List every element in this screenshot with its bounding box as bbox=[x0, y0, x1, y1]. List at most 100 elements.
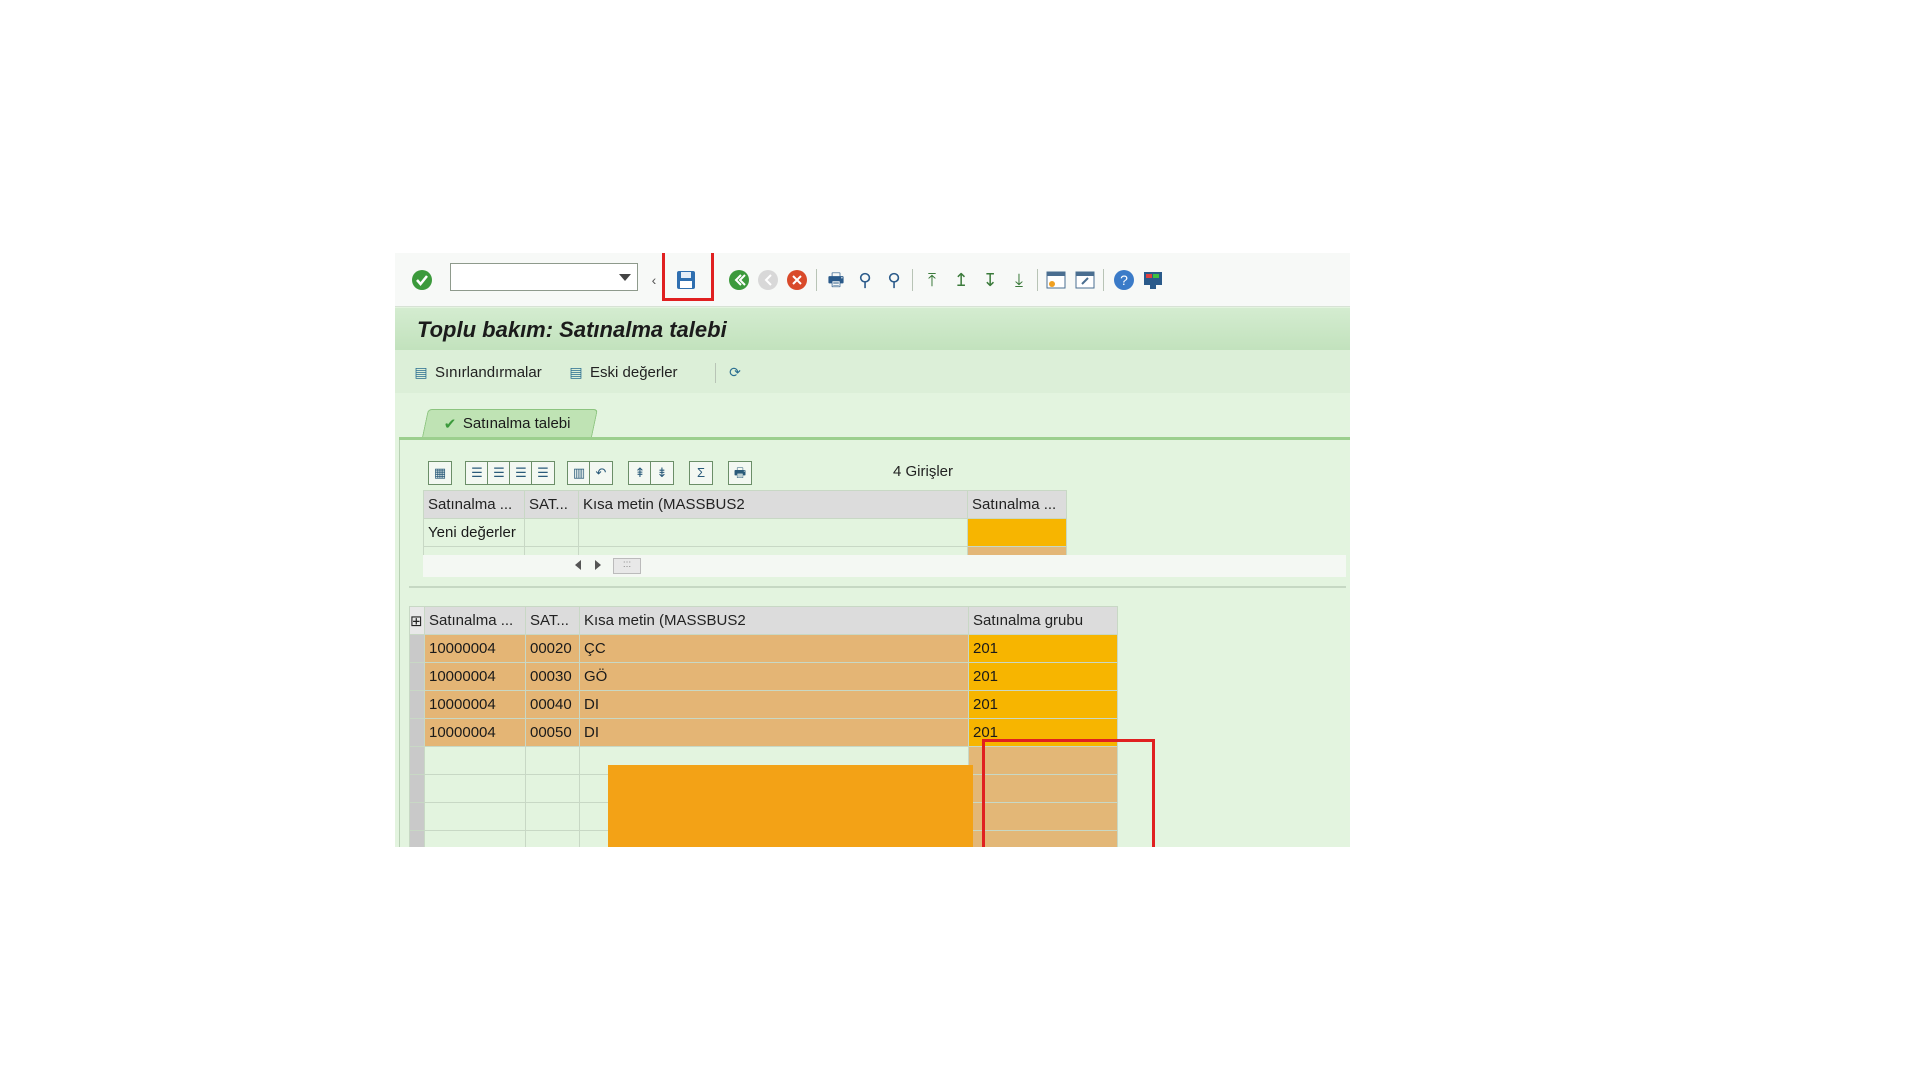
entries-label: Girişler bbox=[905, 463, 954, 480]
horizontal-scrollbar[interactable]: ::: bbox=[423, 555, 1346, 577]
tab-label: Satınalma talebi bbox=[462, 415, 571, 432]
table-row[interactable]: 10000004 00030 GÖ 201 bbox=[409, 662, 1118, 691]
grid-cell[interactable] bbox=[524, 518, 579, 547]
svg-text:?: ? bbox=[1120, 272, 1128, 288]
grid-cell[interactable] bbox=[578, 518, 968, 547]
back-icon[interactable] bbox=[728, 269, 750, 291]
undo-icon[interactable]: ↶ bbox=[589, 461, 613, 485]
short-text-cell: GÖ bbox=[579, 662, 969, 691]
pr-number-cell: 10000004 bbox=[424, 690, 526, 719]
save-highlight-box bbox=[662, 253, 714, 301]
create-shortcut-icon[interactable] bbox=[1074, 269, 1096, 291]
grid-cell bbox=[424, 802, 526, 831]
standard-toolbar: ‹ 🖶 ⚲ ⚲ ⤒ ↥ ↧ ⤓ ? bbox=[395, 253, 1350, 307]
refresh-button[interactable]: ⟳ bbox=[725, 362, 745, 382]
row-selector[interactable] bbox=[409, 746, 425, 775]
purchasing-group-highlight-box bbox=[982, 739, 1155, 847]
column-header[interactable]: Satınalma grubu bbox=[968, 606, 1118, 635]
new-values-row-label: Yeni değerler bbox=[423, 518, 525, 547]
carry-out-mass-change-icon[interactable]: ▥ bbox=[567, 461, 591, 485]
pr-number-cell: 10000004 bbox=[424, 634, 526, 663]
grid-cell bbox=[424, 774, 526, 803]
purchasing-group-cell[interactable]: 201 bbox=[968, 690, 1118, 719]
entries-number: 4 bbox=[893, 463, 902, 480]
row-selector[interactable] bbox=[409, 774, 425, 803]
old-values-label: Eski değerler bbox=[590, 363, 678, 381]
restrictions-label: Sınırlandırmalar bbox=[435, 363, 542, 381]
pr-number-cell: 10000004 bbox=[424, 718, 526, 747]
previous-page-icon[interactable]: ↥ bbox=[950, 269, 972, 291]
restrictions-icon: ▤ bbox=[414, 364, 428, 380]
grid-cell bbox=[525, 774, 580, 803]
item-number-cell: 00040 bbox=[525, 690, 580, 719]
sort-ascending-icon[interactable]: ⇞ bbox=[628, 461, 652, 485]
enter-checkmark-icon[interactable] bbox=[411, 269, 433, 291]
column-header[interactable]: Kısa metin (MASSBUS2 bbox=[579, 606, 969, 635]
row-selector[interactable] bbox=[409, 662, 425, 691]
find-icon[interactable]: ⚲ bbox=[854, 269, 876, 291]
item-number-cell: 00030 bbox=[525, 662, 580, 691]
row-selector[interactable] bbox=[409, 718, 425, 747]
scroll-left-icon[interactable] bbox=[575, 560, 581, 570]
scroll-right-icon[interactable] bbox=[595, 560, 601, 570]
table-row[interactable]: 10000004 00040 DI 201 bbox=[409, 690, 1118, 719]
select-all-icon[interactable]: ☰ bbox=[465, 461, 489, 485]
sort-descending-icon[interactable]: ⇟ bbox=[650, 461, 674, 485]
grid-cell bbox=[525, 830, 580, 847]
old-values-button[interactable]: ▤ Eski değerler bbox=[566, 362, 678, 382]
select-block-icon[interactable]: ☰ bbox=[509, 461, 533, 485]
print-preview-icon[interactable]: 🖶 bbox=[728, 461, 752, 485]
details-icon[interactable]: ▦ bbox=[428, 461, 452, 485]
page-title: Toplu bakım: Satınalma talebi bbox=[417, 317, 727, 342]
find-next-icon[interactable]: ⚲ bbox=[883, 269, 905, 291]
short-text-cell: DI bbox=[579, 718, 969, 747]
restrictions-button[interactable]: ▤ Sınırlandırmalar bbox=[411, 362, 542, 382]
layout-icon[interactable]: ⊞ bbox=[409, 606, 425, 635]
row-selector[interactable] bbox=[409, 802, 425, 831]
grid-cell bbox=[424, 830, 526, 847]
table-row[interactable]: 10000004 00020 ÇC 201 bbox=[409, 634, 1118, 663]
checkmark-icon: ✔ bbox=[443, 415, 457, 433]
new-purchasing-group-input[interactable] bbox=[967, 518, 1067, 547]
row-selector[interactable] bbox=[409, 634, 425, 663]
cancel-icon[interactable] bbox=[786, 269, 808, 291]
pr-number-cell: 10000004 bbox=[424, 662, 526, 691]
row-selector[interactable] bbox=[409, 830, 425, 847]
scroll-thumb[interactable]: ::: bbox=[613, 558, 641, 574]
next-page-icon[interactable]: ↧ bbox=[979, 269, 1001, 291]
command-field[interactable] bbox=[450, 263, 638, 291]
title-bar: Toplu bakım: Satınalma talebi bbox=[395, 308, 1350, 351]
customize-layout-icon[interactable] bbox=[1142, 269, 1164, 291]
column-header[interactable]: Satınalma ... bbox=[423, 490, 525, 519]
entries-count: 4 Girişler bbox=[893, 463, 953, 480]
application-toolbar: ▤ Sınırlandırmalar ▤ Eski değerler ⟳ bbox=[395, 350, 1350, 394]
purchasing-group-cell[interactable]: 201 bbox=[968, 634, 1118, 663]
deselect-all-icon[interactable]: ☰ bbox=[487, 461, 511, 485]
help-icon[interactable]: ? bbox=[1113, 269, 1135, 291]
purchasing-group-cell[interactable]: 201 bbox=[968, 662, 1118, 691]
tab-area: ✔ Satınalma talebi ▦ ☰ ☰ ☰ ☰ ▥ ↶ ⇞ ⇟ Σ 🖶… bbox=[395, 393, 1350, 847]
old-values-icon: ▤ bbox=[569, 364, 583, 380]
sum-icon[interactable]: Σ bbox=[689, 461, 713, 485]
last-page-icon[interactable]: ⤓ bbox=[1008, 269, 1030, 291]
row-selector[interactable] bbox=[409, 690, 425, 719]
item-number-cell: 00050 bbox=[525, 718, 580, 747]
exit-icon[interactable] bbox=[757, 269, 779, 291]
column-header[interactable]: Satınalma ... bbox=[424, 606, 526, 635]
grid-cell bbox=[525, 802, 580, 831]
column-header[interactable]: Satınalma ... bbox=[967, 490, 1067, 519]
print-icon[interactable]: 🖶 bbox=[825, 269, 847, 291]
chevron-down-icon[interactable] bbox=[619, 274, 631, 281]
grid-cell bbox=[424, 746, 526, 775]
short-text-cell: ÇC bbox=[579, 634, 969, 663]
item-number-cell: 00020 bbox=[525, 634, 580, 663]
filter-select-icon[interactable]: ☰ bbox=[531, 461, 555, 485]
column-header[interactable]: SAT... bbox=[525, 606, 580, 635]
tab-purchase-requisition[interactable]: ✔ Satınalma talebi bbox=[422, 409, 598, 437]
column-header[interactable]: Kısa metin (MASSBUS2 bbox=[578, 490, 968, 519]
first-page-icon[interactable]: ⤒ bbox=[921, 269, 943, 291]
sap-window: ‹ 🖶 ⚲ ⚲ ⤒ ↥ ↧ ⤓ ? Toplu bakım: Satınalma… bbox=[395, 253, 1350, 847]
new-session-icon[interactable] bbox=[1045, 269, 1067, 291]
column-header[interactable]: SAT... bbox=[524, 490, 579, 519]
redacted-text-block bbox=[608, 765, 973, 847]
